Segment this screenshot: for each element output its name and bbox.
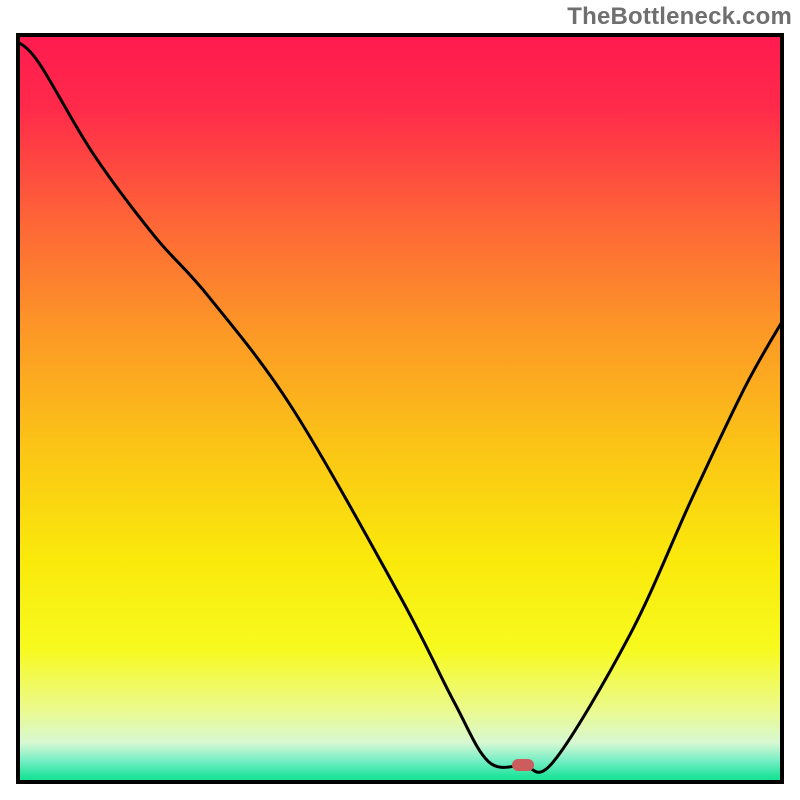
watermark-text: TheBottleneck.com [567,3,792,31]
chart-curve-layer [16,33,784,784]
optimal-marker [512,759,534,771]
chart-frame [16,33,784,784]
bottleneck-curve [16,41,784,773]
chart-container: TheBottleneck.com [0,0,800,800]
